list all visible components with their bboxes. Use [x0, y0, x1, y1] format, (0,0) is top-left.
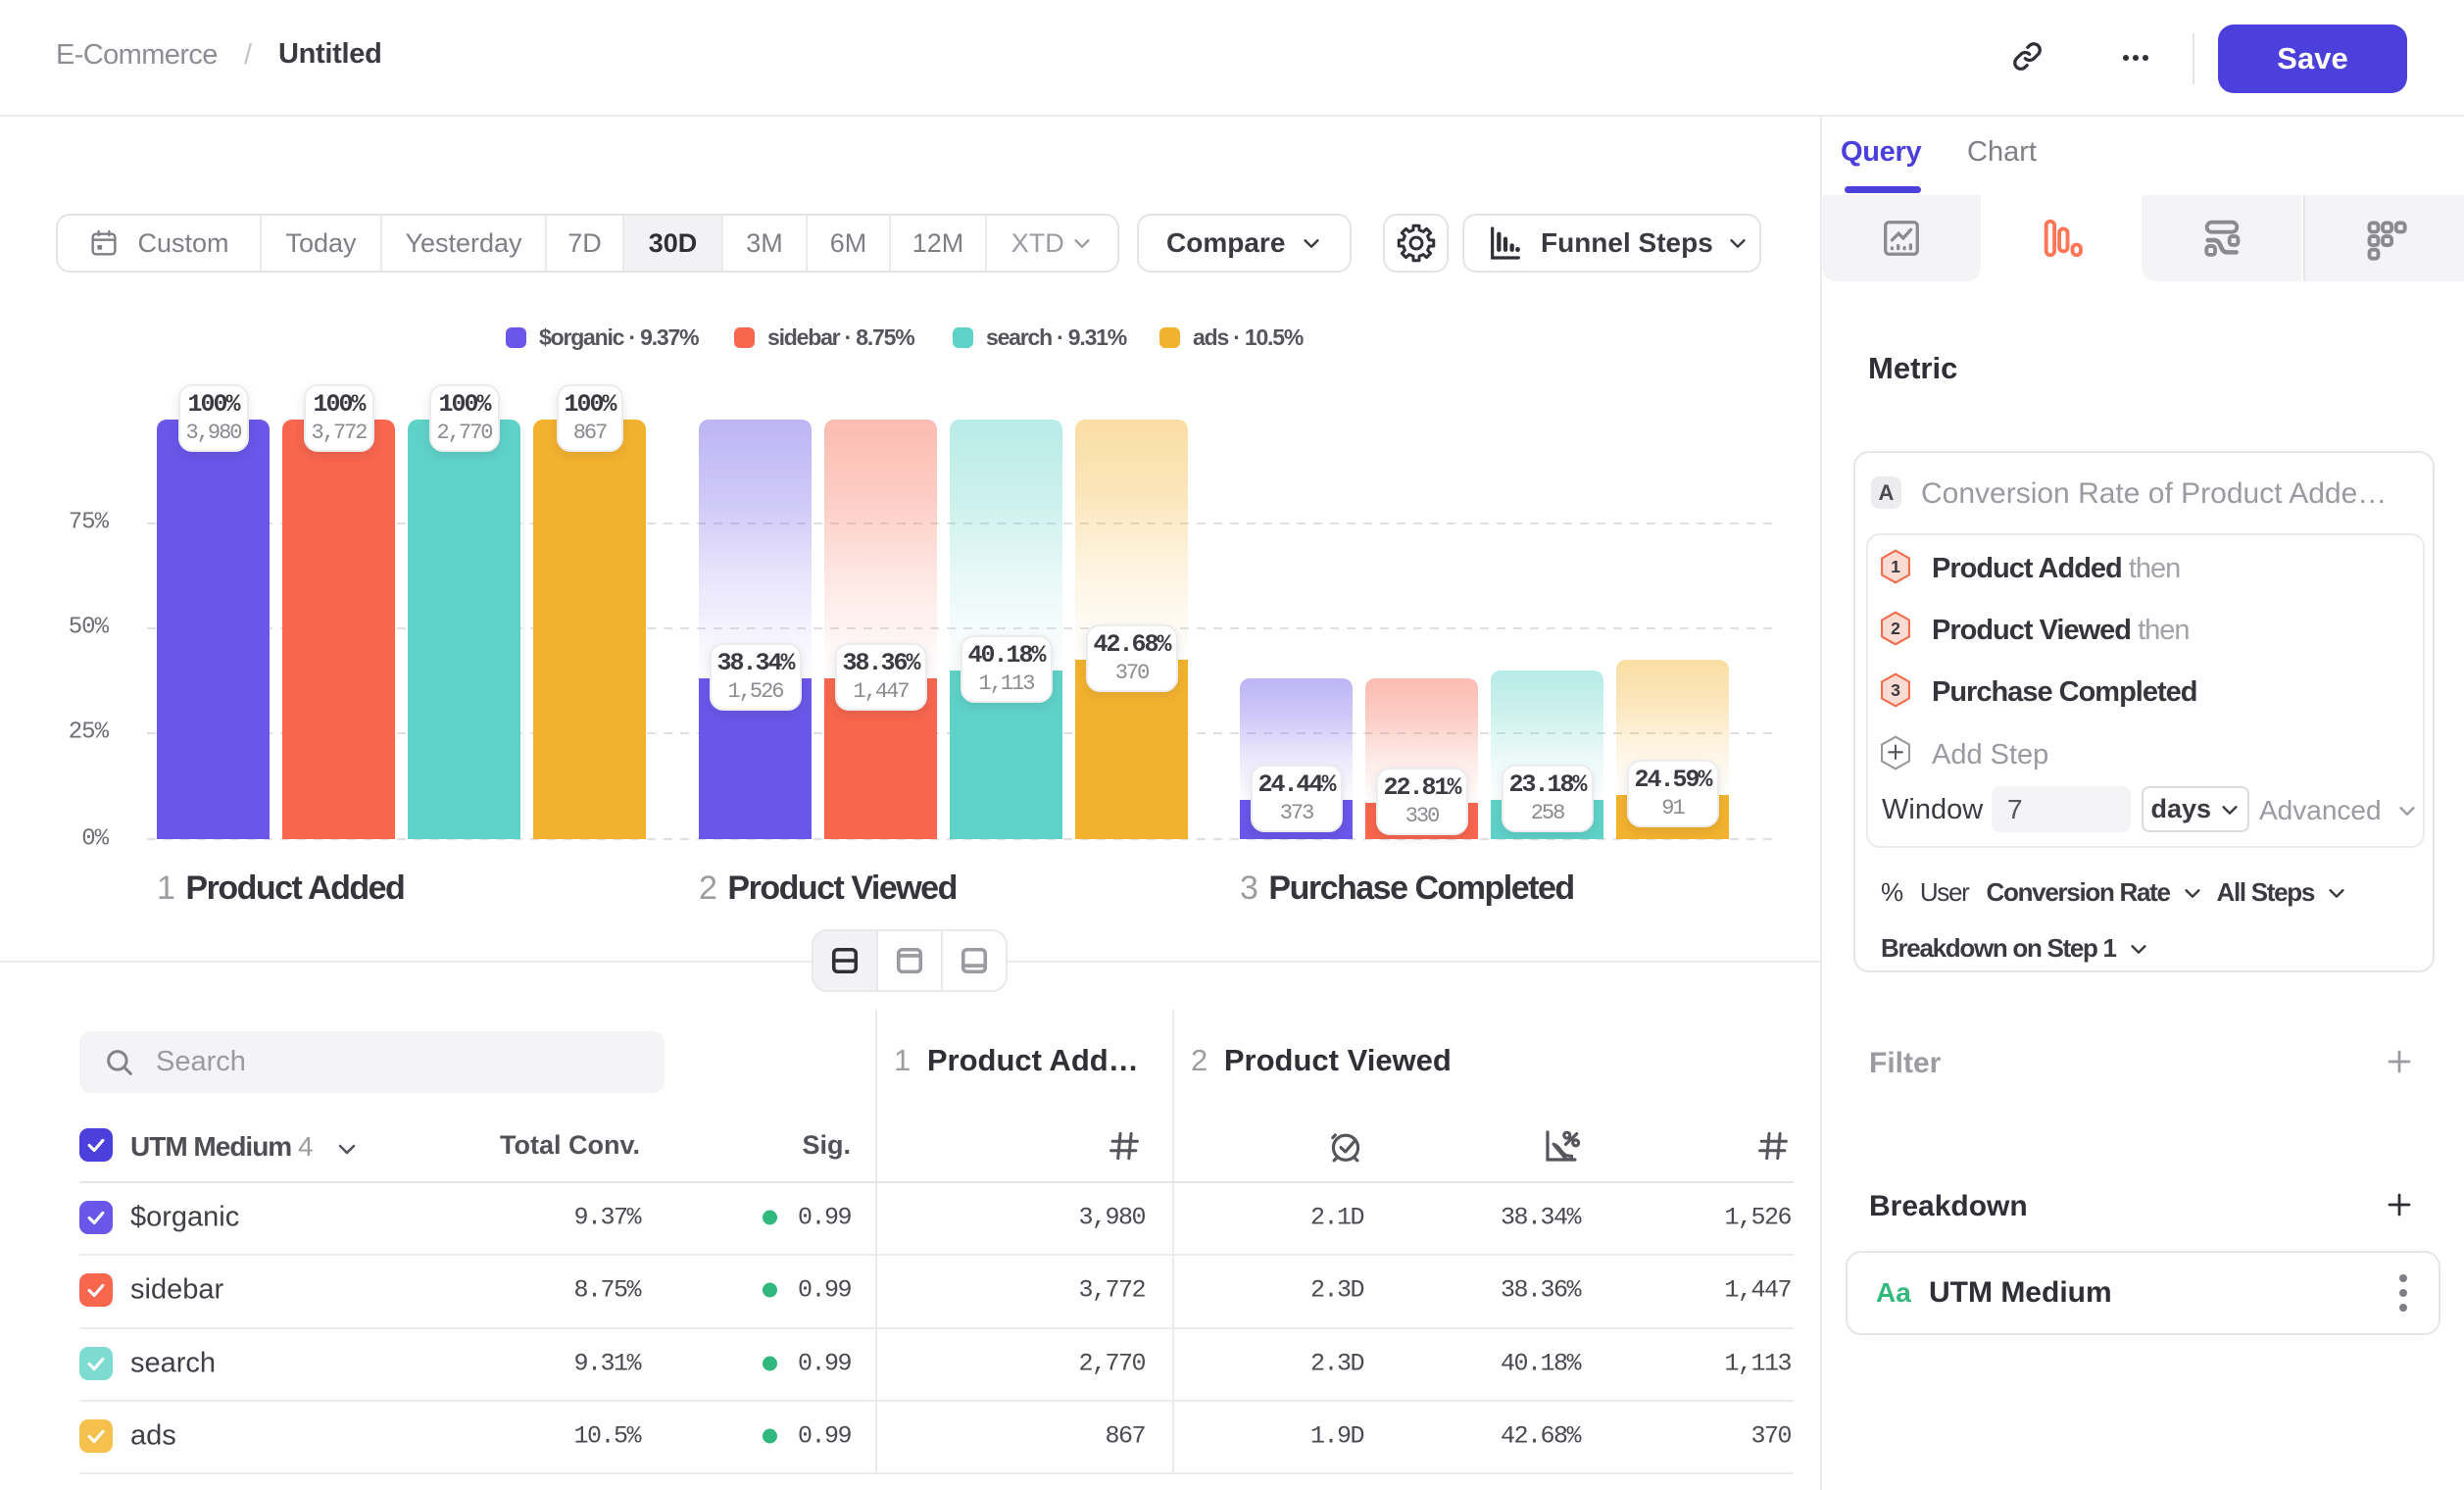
svg-text:3: 3 — [1891, 680, 1900, 700]
svg-text:1: 1 — [1891, 557, 1900, 576]
svg-text:2: 2 — [1891, 619, 1900, 638]
